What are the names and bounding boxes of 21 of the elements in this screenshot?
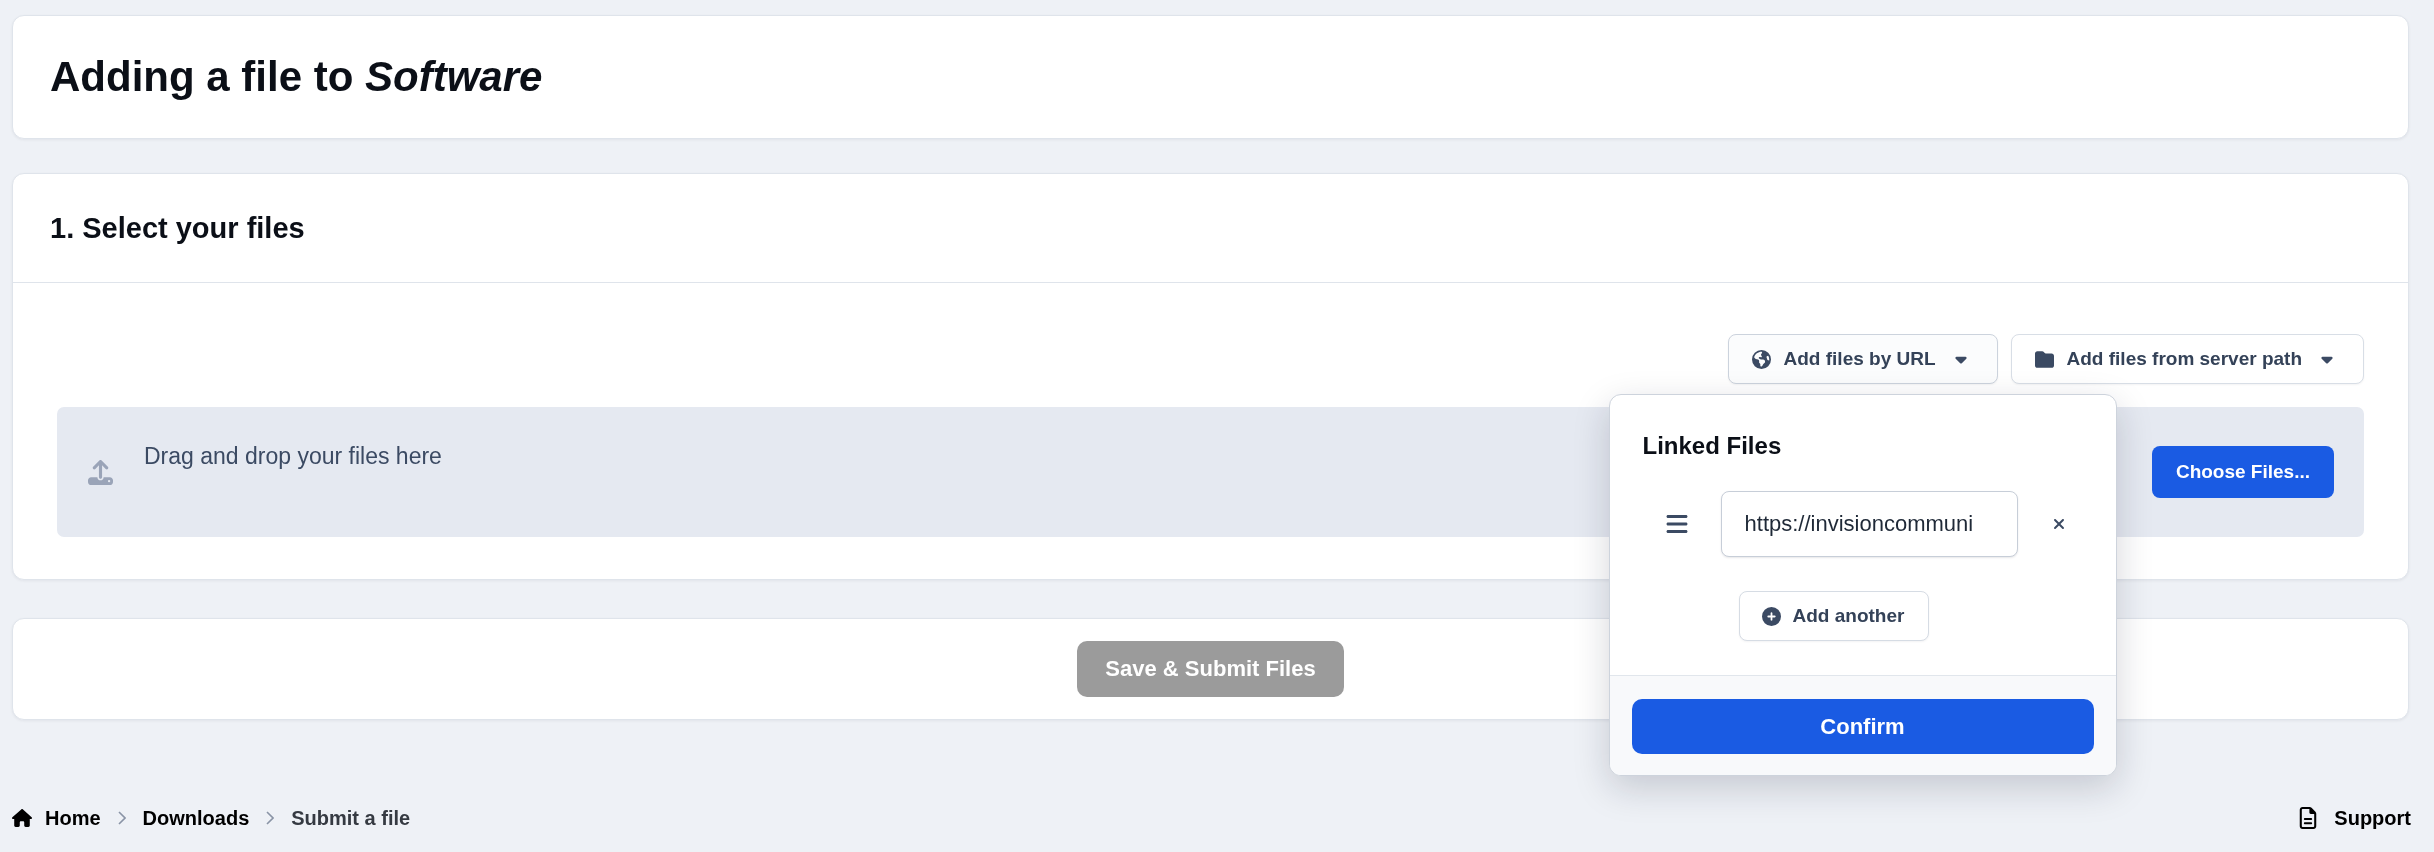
choose-files-button[interactable]: Choose Files... (2151, 446, 2334, 498)
breadcrumb-link[interactable]: Downloads (142, 806, 250, 830)
support-link[interactable]: Support (2297, 806, 2411, 830)
add-another-button[interactable]: Add another (1738, 591, 1930, 641)
chevron-right-icon (266, 811, 275, 825)
add-files-button[interactable]: Add files from server path (2010, 334, 2364, 384)
breadcrumb-link[interactable]: Home (12, 806, 101, 830)
globe-icon (1751, 349, 1771, 369)
section-title: 1. Select your files (50, 211, 305, 245)
url-input-field[interactable]: https://invisioncommuni (1720, 491, 2018, 557)
folder-icon (2034, 349, 2054, 369)
chevron-right-icon (117, 811, 126, 825)
confirm-button[interactable]: Confirm (1631, 699, 2094, 754)
breadcrumb-current-page: Submit a file (291, 806, 411, 830)
upload-icon (88, 459, 113, 485)
drop-zone-text: Drag and drop your files here (144, 442, 442, 470)
home-icon (12, 808, 32, 828)
hamburger-icon[interactable] (1664, 512, 1689, 536)
page-title: Adding a file to Software (50, 52, 543, 102)
popup-title: Linked Files (1642, 431, 1782, 460)
add-files-button[interactable]: Add files by URL (1727, 334, 1998, 384)
